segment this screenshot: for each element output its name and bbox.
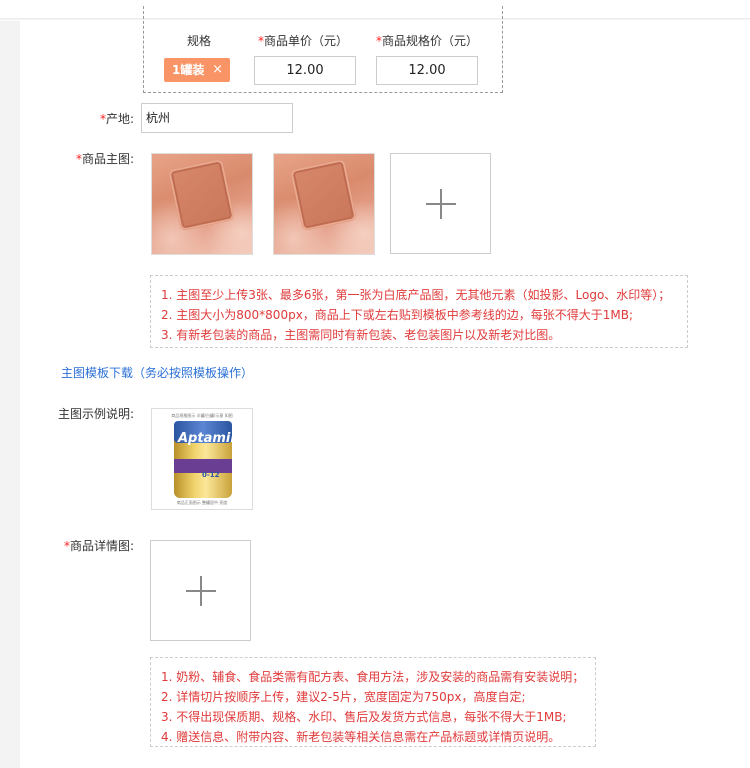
note-line: 4. 赠送信息、附带内容、新老包装等相关信息需在产品标题或详情页说明。 (161, 730, 561, 744)
main-image-notes: 1. 主图至少上传3张、最多6张，第一张为白底产品图，无其他元素（如投影、Log… (150, 275, 688, 348)
main-image-thumbnail[interactable] (151, 153, 253, 255)
note-line: 1. 奶粉、辅食、食品类需有配方表、食用方法，涉及安装的商品需有安装说明； (161, 670, 585, 684)
spec-column-header: 规格 (187, 34, 212, 48)
detail-image-upload-button[interactable] (150, 540, 251, 641)
form-panel (20, 20, 750, 768)
product-photo (152, 154, 252, 254)
example-age: 0-12 (202, 471, 220, 479)
product-photo (274, 154, 374, 254)
main-image-upload-button[interactable] (390, 153, 491, 254)
note-line: 3. 有新老包装的商品，主图需同时有新包装、老包装图片以及新老对比图。 (161, 328, 561, 342)
example-caption-top: 商品规格图示 半罐/白罐/示意 如图 (171, 413, 233, 418)
example-caption-bottom: 商品正面图示 整罐居中 亮度 (176, 500, 228, 505)
origin-label: *产地: (99, 112, 134, 126)
detail-images-label: *商品详情图: (63, 539, 134, 553)
spec-price-column-header: *商品规格价（元） (376, 34, 479, 48)
example-label: 主图示例说明: (57, 407, 134, 421)
main-image-thumbnail[interactable] (273, 153, 375, 255)
template-download-link[interactable]: 主图模板下载（务必按照模板操作） (61, 364, 253, 381)
close-icon[interactable]: × (212, 58, 223, 82)
detail-image-notes: 1. 奶粉、辅食、食品类需有配方表、食用方法，涉及安装的商品需有安装说明； 2.… (150, 657, 596, 747)
note-line: 2. 主图大小为800*800px，商品上下或左右贴到模板中参考线的边，每张不得… (161, 308, 634, 322)
spec-tag: 1罐装 × (164, 58, 230, 82)
origin-input[interactable]: 杭州 (141, 103, 293, 133)
note-line: 3. 不得出现保质期、规格、水印、售后及发货方式信息，每张不得大于1MB; (161, 710, 567, 724)
unit-price-column-header: *商品单价（元） (258, 34, 349, 48)
unit-price-input[interactable]: 12.00 (254, 56, 356, 85)
note-line: 1. 主图至少上传3张、最多6张，第一张为白底产品图，无其他元素（如投影、Log… (161, 288, 671, 302)
example-brand: Aptamil (178, 431, 235, 446)
spec-price-input[interactable]: 12.00 (376, 56, 478, 85)
spec-tag-label: 1罐装 (172, 63, 205, 77)
example-image: 商品规格图示 半罐/白罐/示意 如图 Aptamil 0-12 商品正面图示 整… (151, 408, 253, 510)
note-line: 2. 详情切片按顺序上传，建议2-5片，宽度固定为750px，高度自定; (161, 690, 526, 704)
main-images-label: *商品主图: (75, 152, 134, 166)
